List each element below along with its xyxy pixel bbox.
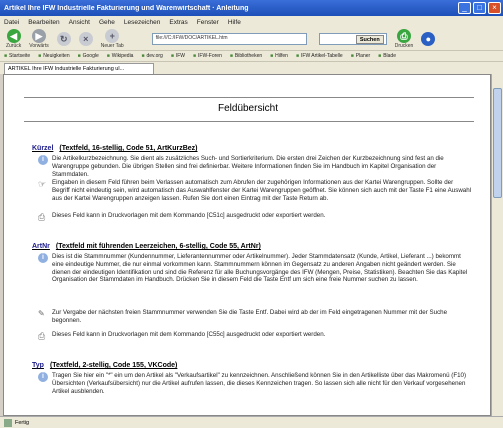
field-input-help: Zur Vergabe der nächsten freien Stammnum… [52,309,448,324]
page-content: Feldübersicht Kürzel (Textfeld, 16-stelli… [3,74,491,416]
field-description: Die Artikelkurzbezeichnung. Sie dient al… [52,155,444,178]
menu-view[interactable]: Ansicht [69,19,90,26]
new-tab-icon: + [105,29,120,43]
bookmark-item[interactable]: Bibliotheken [230,53,262,59]
print-label: Drucken [394,43,414,49]
print-button[interactable]: ⎙ Drucken [394,29,414,49]
info-icon: i [38,155,48,165]
field-description: Dies ist die Stammnummer (Kundennummer, … [52,253,468,284]
forward-button[interactable]: ▶ Vorwärts [29,29,49,49]
pen-icon: ✎ [38,309,45,318]
print-icon: ⎙ [397,29,412,43]
field-spec: (Textfeld mit führenden Leerzeichen, 6-s… [55,243,261,250]
bookmark-item[interactable]: Startseite [4,53,30,59]
maximize-button[interactable]: □ [473,2,486,14]
status-icon [4,418,12,427]
back-button[interactable]: ◀ Zurück [6,29,21,49]
field-heading-kuerzel: Kürzel (Textfeld, 16-stellig, Code 51, Ar… [32,145,198,152]
page-title: Feldübersicht [217,103,279,114]
field-spec: (Textfeld, 16-stellig, Code 51, ArtKurzB… [59,145,198,152]
status-bar: Fertig [0,416,503,428]
bookmark-item[interactable]: dev.org [141,53,163,59]
menu-tools[interactable]: Extras [169,19,187,26]
back-label: Zurück [6,43,22,49]
info-icon: i [38,372,48,382]
back-arrow-icon: ◀ [6,29,21,43]
forward-arrow-icon: ▶ [32,29,46,43]
menu-edit[interactable]: Bearbeiten [28,19,59,26]
field-heading-artnr: ArtNr (Textfeld mit führenden Leerzeichen… [32,243,261,250]
forward-label: Vorwärts [29,43,49,49]
search-button[interactable]: Suchen [355,34,384,44]
bookmark-item[interactable]: IFW [171,53,185,59]
field-print-help: Dieses Feld kann in Druckvorlagen mit de… [52,331,326,338]
bookmark-item[interactable]: Wikipedia [107,53,134,59]
field-name[interactable]: Typ [32,362,44,369]
new-tab-label: Neuer Tab [100,43,124,49]
divider [24,121,474,122]
bookmark-item[interactable]: Neuigkeiten [38,53,69,59]
address-bar[interactable]: file:///C:/IFW/DOC/ARTIKEL.htm [151,33,307,45]
field-print-help: Dieses Feld kann in Druckvorlagen mit de… [52,212,326,219]
bookmarks-bar: Startseite Neuigkeiten Google Wikipedia … [0,50,503,61]
hand-pointer-icon: ☞ [38,179,47,189]
vertical-scrollbar[interactable] [491,74,503,416]
new-tab-button[interactable]: + Neuer Tab [101,29,124,49]
divider [24,97,474,98]
tab-bar: ARTIKEL Ihre IFW Industrielle Fakturieru… [0,61,503,74]
field-spec: (Textfeld, 2-stellig, Code 155, VKCode) [49,362,178,369]
field-name[interactable]: ArtNr [32,243,50,250]
stop-button[interactable]: × [78,32,93,46]
globe-icon: ● [421,32,436,46]
reload-button[interactable]: ↻ [56,32,71,46]
reload-icon: ↻ [56,32,71,46]
title-bar: Artikel Ihre IFW Industrielle Fakturieru… [0,0,503,16]
tab-active[interactable]: ARTIKEL Ihre IFW Industrielle Fakturieru… [4,63,154,74]
navigation-toolbar: ◀ Zurück ▶ Vorwärts ↻ × + Neuer Tab file… [0,28,503,50]
minimize-button[interactable]: _ [458,2,471,14]
menu-file[interactable]: Datei [4,19,19,26]
window-title: Artikel Ihre IFW Industrielle Fakturieru… [4,4,249,12]
field-description: Tragen Sie hier ein "*" ein um den Artik… [52,372,467,395]
search-box[interactable]: Suchen [318,33,387,45]
menu-window[interactable]: Fenster [197,19,219,26]
bookmark-item[interactable]: Hilfen [270,53,288,59]
printer-icon: ⎙ [38,212,46,222]
bookmark-item[interactable]: IFW-Foren [193,53,222,59]
bookmark-item[interactable]: IFW Artikel-Tabelle [296,53,343,59]
globe-button[interactable]: ● [421,32,436,46]
menu-bar: Datei Bearbeiten Ansicht Gehe Lesezeiche… [0,16,503,28]
menu-help[interactable]: Hilfe [228,19,241,26]
info-icon: i [38,253,48,263]
bookmark-item[interactable]: Planer [351,53,370,59]
menu-go[interactable]: Gehe [99,19,115,26]
field-heading-typ: Typ (Textfeld, 2-stellig, Code 155, VKCod… [32,362,177,369]
scrollbar-thumb[interactable] [493,88,502,198]
printer-icon: ⎙ [38,331,46,341]
field-input-help: Eingaben in diesem Feld führen beim Verl… [52,179,472,202]
status-text: Fertig [15,419,30,426]
close-button[interactable]: × [488,2,501,14]
field-name[interactable]: Kürzel [32,145,53,152]
bookmark-item[interactable]: Blade [378,53,396,59]
stop-icon: × [78,32,93,46]
bookmark-item[interactable]: Google [78,53,99,59]
menu-bookmarks[interactable]: Lesezeichen [124,19,161,26]
